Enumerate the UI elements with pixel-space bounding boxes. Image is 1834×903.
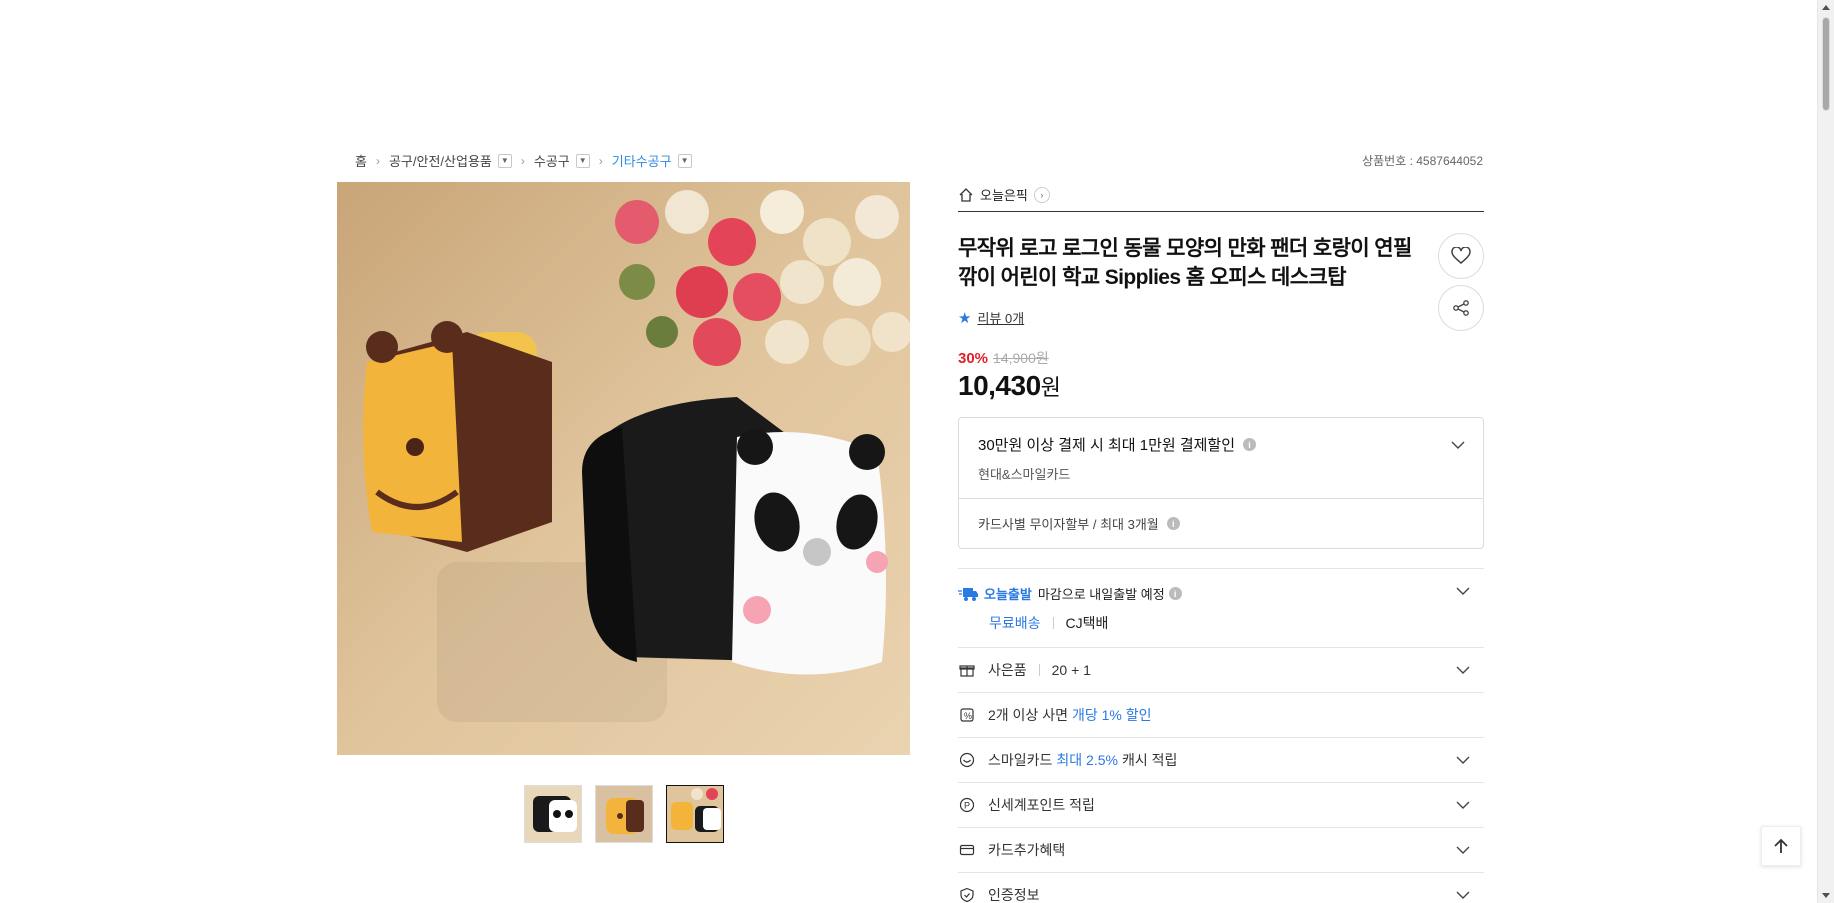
certification-label: 인증정보 — [988, 887, 1040, 903]
chevron-down-icon[interactable] — [1456, 798, 1470, 812]
gift-row[interactable]: 사은품 20 + 1 — [958, 647, 1484, 692]
scroll-down-arrow[interactable] — [1822, 893, 1830, 898]
chevron-down-icon[interactable] — [1456, 888, 1470, 902]
breadcrumb-category-3[interactable]: 기타수공구 ▼ — [612, 151, 692, 170]
shield-icon — [958, 886, 976, 903]
svg-text:P: P — [964, 801, 970, 811]
thumbnail-1[interactable] — [524, 785, 582, 843]
gift-label: 사은품 — [988, 662, 1027, 678]
breadcrumb-category-3-label: 기타수공구 — [611, 154, 672, 169]
info-icon[interactable]: i — [1166, 517, 1180, 530]
chevron-down-icon[interactable] — [1456, 663, 1470, 677]
breadcrumb-category-2-label: 수공구 — [533, 154, 570, 169]
review-count[interactable]: 리뷰 0개 — [977, 308, 1024, 327]
breadcrumb: 홈 › 공구/안전/산업용품 ▼ › 수공구 ▼ › 기타수공구 ▼ — [355, 151, 692, 170]
card-discount-headline: 30만원 이상 결제 시 최대 1만원 결제할인 — [978, 437, 1236, 454]
discount-tag-icon: % — [958, 706, 976, 724]
multi-buy-discount-row: % 2개 이상 사면 개당 1% 할인 — [958, 692, 1484, 737]
card-discount-section[interactable]: 30만원 이상 결제 시 최대 1만원 결제할인 i 현대&스마일카드 — [959, 418, 1483, 499]
chevron-down-icon[interactable]: ▼ — [677, 153, 692, 168]
product-title: 무작위 로고 로그인 동물 모양의 만화 팬더 호랑이 연필 깎이 어린이 학교… — [958, 237, 1412, 289]
card-benefit-box: 30만원 이상 결제 시 최대 1만원 결제할인 i 현대&스마일카드 카드사별… — [958, 417, 1484, 549]
card-discount-cards: 현대&스마일카드 — [978, 467, 1071, 482]
ssg-point-row[interactable]: P 신세계포인트 적립 — [958, 782, 1484, 827]
divider — [1052, 617, 1054, 629]
wishlist-button[interactable] — [1438, 233, 1484, 279]
smile-card-accent: 최대 2.5% — [1056, 752, 1118, 768]
sale-price-unit: 원 — [1040, 375, 1061, 400]
multi-buy-accent: 개당 1% 할인 — [1071, 707, 1152, 723]
point-icon: P — [958, 796, 976, 814]
store-link[interactable]: 오늘은픽 › — [958, 182, 1484, 212]
multi-buy-text: 2개 이상 사면 — [988, 707, 1068, 723]
original-price: 14,900원 — [993, 350, 1049, 366]
shipping-section[interactable]: 오늘출발 마감으로 내일출발 예정 i 무료배송 CJ택배 — [958, 568, 1484, 647]
chevron-down-icon[interactable] — [1451, 438, 1465, 452]
discount-rate: 30% — [958, 350, 989, 367]
share-icon — [1453, 300, 1469, 316]
ssg-point-label: 신세계포인트 적립 — [988, 797, 1095, 813]
truck-icon — [958, 587, 978, 601]
card-icon — [958, 841, 976, 859]
divider — [1038, 664, 1040, 676]
page-scrollbar[interactable] — [1817, 0, 1834, 903]
product-info-panel: 오늘은픽 › 무작위 로고 로그인 동물 모양의 만화 팬더 호랑이 연필 깎이… — [958, 182, 1484, 903]
sale-price-number: 10,430 — [958, 370, 1041, 401]
thumbnail-list — [524, 785, 724, 843]
scroll-up-arrow[interactable] — [1822, 5, 1830, 10]
breadcrumb-separator: › — [375, 153, 380, 168]
chevron-right-icon: › — [1033, 186, 1050, 203]
breadcrumb-separator: › — [520, 153, 525, 168]
smile-icon — [958, 751, 976, 769]
card-extra-row[interactable]: 카드추가혜택 — [958, 827, 1484, 872]
heart-icon — [1451, 247, 1471, 264]
svg-text:%: % — [964, 711, 972, 721]
share-button[interactable] — [1438, 285, 1484, 331]
discount-row: 30% 14,900원 — [958, 348, 1484, 368]
today-ship-badge: 오늘출발 — [984, 587, 1032, 602]
review-summary[interactable]: ★ 리뷰 0개 — [958, 308, 1484, 327]
star-icon: ★ — [958, 309, 972, 327]
info-icon[interactable]: i — [1168, 587, 1182, 600]
sale-price: 10,430원 — [958, 370, 1484, 402]
info-icon[interactable]: i — [1243, 438, 1257, 451]
gift-value: 20 + 1 — [1051, 662, 1091, 678]
shipping-text: 마감으로 내일출발 예정 — [1037, 587, 1165, 602]
installment-text: 카드사별 무이자할부 / 최대 3개월 — [978, 517, 1159, 532]
arrow-up-icon — [1774, 838, 1788, 853]
shipping-carrier: CJ택배 — [1065, 615, 1109, 631]
installment-section: 카드사별 무이자할부 / 최대 3개월 i — [959, 499, 1483, 548]
home-icon — [959, 187, 973, 202]
store-name: 오늘은픽 — [980, 188, 1028, 203]
thumbnail-3[interactable] — [666, 785, 724, 843]
smile-card-suffix: 캐시 적립 — [1121, 752, 1178, 768]
chevron-down-icon[interactable]: ▼ — [497, 153, 512, 168]
certification-row[interactable]: 인증정보 — [958, 872, 1484, 903]
thumbnail-2[interactable] — [595, 785, 653, 843]
scroll-to-top-button[interactable] — [1761, 826, 1801, 866]
breadcrumb-category-1-label: 공구/안전/산업용품 — [388, 154, 492, 169]
smile-card-label: 스마일카드 — [988, 752, 1053, 768]
shipping-fee: 무료배송 — [989, 615, 1041, 631]
breadcrumb-category-1[interactable]: 공구/안전/산업용품 ▼ — [389, 151, 512, 170]
product-main-image[interactable] — [337, 182, 910, 755]
smile-card-row[interactable]: 스마일카드 최대 2.5% 캐시 적립 — [958, 737, 1484, 782]
scroll-thumb[interactable] — [1822, 17, 1830, 111]
chevron-down-icon[interactable]: ▼ — [575, 153, 590, 168]
breadcrumb-home[interactable]: 홈 — [355, 151, 367, 170]
card-extra-label: 카드추가혜택 — [988, 842, 1066, 858]
breadcrumb-category-2[interactable]: 수공구 ▼ — [534, 151, 590, 170]
chevron-down-icon[interactable] — [1456, 843, 1470, 857]
chevron-down-icon[interactable] — [1456, 753, 1470, 767]
gift-icon — [958, 661, 976, 679]
product-number: 상품번호 : 4587644052 — [1362, 154, 1483, 168]
chevron-down-icon[interactable] — [1456, 584, 1470, 598]
breadcrumb-separator: › — [598, 153, 603, 168]
